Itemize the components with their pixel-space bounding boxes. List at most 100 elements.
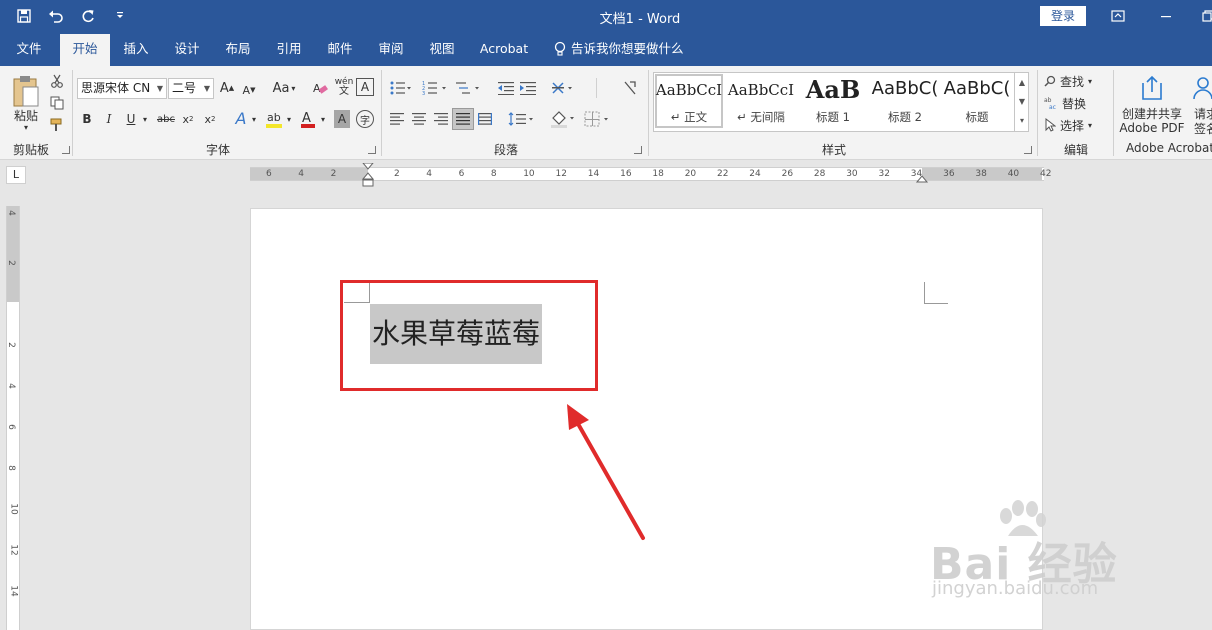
tab-home[interactable]: 开始: [60, 34, 110, 66]
shrink-font-button[interactable]: A ▼: [240, 80, 258, 100]
ruler-number: 36: [943, 169, 955, 179]
font-color-dropdown-icon[interactable]: ▾: [319, 110, 327, 128]
align-right-icon: [434, 113, 448, 125]
select-button[interactable]: 选择 ▾: [1044, 116, 1106, 134]
tab-design[interactable]: 设计: [166, 32, 208, 66]
enclose-characters-button[interactable]: 字: [356, 110, 374, 128]
vertical-ruler[interactable]: 4 2 2 4 6 8 10 12 14: [6, 206, 20, 630]
cut-button[interactable]: [48, 72, 66, 90]
replace-button[interactable]: ab ac 替换: [1044, 94, 1106, 112]
create-share-pdf-button[interactable]: [1138, 74, 1166, 102]
more-styles-icon[interactable]: ▾: [1015, 111, 1029, 130]
style-no-spacing[interactable]: AaBbCcI ↵ 无间隔: [726, 73, 796, 129]
align-left-button[interactable]: [388, 110, 406, 128]
tell-me-label: 告诉我你想要做什么: [571, 41, 684, 56]
distributed-button[interactable]: [476, 110, 494, 128]
font-dialog-launcher[interactable]: [368, 146, 376, 154]
minimize-button[interactable]: [1156, 6, 1176, 26]
asian-layout-button[interactable]: [549, 78, 577, 98]
numbered-list-icon: 123: [422, 81, 446, 95]
person-icon: [1193, 77, 1212, 100]
phonetic-guide-button[interactable]: wén 文: [333, 76, 355, 98]
style-heading-1[interactable]: AaB 标题 1: [798, 73, 868, 129]
paste-button[interactable]: [8, 72, 44, 110]
ruler-number: 4: [298, 169, 305, 179]
style-normal[interactable]: AaBbCcI ↵ 正文: [654, 73, 724, 129]
highlight-dropdown-icon[interactable]: ▾: [285, 110, 293, 128]
align-right-button[interactable]: [432, 110, 450, 128]
copy-button[interactable]: [48, 94, 66, 112]
subscript-button[interactable]: x2: [180, 110, 196, 128]
bold-button[interactable]: B: [79, 110, 95, 128]
bullets-button[interactable]: [388, 78, 414, 98]
ruler-number: 4: [5, 383, 16, 389]
baidu-watermark: Bai 经验 jingyan.baidu.com: [930, 500, 1170, 610]
borders-button[interactable]: [582, 108, 612, 130]
decrease-indent-button[interactable]: [496, 78, 516, 98]
multilevel-list-button[interactable]: [454, 78, 484, 98]
clipboard-dialog-launcher[interactable]: [62, 146, 70, 154]
clear-formatting-button[interactable]: A: [310, 78, 330, 98]
increase-indent-button[interactable]: [518, 78, 538, 98]
find-button[interactable]: 查找 ▾: [1044, 72, 1106, 90]
tell-me-search[interactable]: 告诉我你想要做什么: [553, 32, 684, 66]
ruler-number: 12: [555, 169, 567, 179]
ruler-number: 38: [975, 169, 987, 179]
text-effects-button[interactable]: A: [232, 108, 250, 128]
highlight-button[interactable]: ab: [264, 108, 284, 130]
tab-insert[interactable]: 插入: [115, 32, 157, 66]
superscript-button[interactable]: x2: [202, 110, 218, 128]
request-signature-button[interactable]: [1192, 74, 1212, 102]
align-center-button[interactable]: [410, 110, 428, 128]
character-shading-button[interactable]: A: [334, 110, 350, 128]
separator: [648, 70, 649, 156]
styles-dialog-launcher[interactable]: [1024, 146, 1032, 154]
style-heading-2[interactable]: AaBbC( 标题 2: [870, 73, 940, 129]
underline-button[interactable]: U: [123, 110, 139, 128]
horizontal-ruler[interactable]: 6 4 2 2 4 6 8 10 12 14 16 18 20 22 24 26 28 30 32 34 36 38 40 4…: [250, 163, 1051, 187]
strikethrough-button[interactable]: abc: [155, 110, 177, 128]
tab-stop-selector[interactable]: L: [6, 166, 26, 184]
italic-button[interactable]: I: [101, 110, 117, 128]
watermark-url: jingyan.baidu.com: [932, 578, 1099, 599]
justify-button[interactable]: [452, 108, 474, 130]
paragraph-dialog-launcher[interactable]: [634, 146, 642, 154]
tab-mailings[interactable]: 邮件: [319, 32, 361, 66]
ruler-number: 18: [652, 169, 664, 179]
font-color-button[interactable]: A: [298, 108, 318, 130]
tab-file[interactable]: 文件: [8, 32, 50, 66]
style-title[interactable]: AaBbC( 标题: [942, 73, 1012, 129]
restore-icon: [1202, 10, 1212, 22]
character-border-button[interactable]: A: [356, 78, 374, 96]
scissors-icon: [51, 74, 63, 88]
change-case-button[interactable]: Aa ▾: [268, 78, 300, 98]
indent-marker-icon[interactable]: [362, 163, 374, 189]
scroll-down-icon[interactable]: ▼: [1015, 92, 1029, 111]
restore-button[interactable]: [1198, 6, 1212, 26]
request-label-1: 请求: [1194, 106, 1212, 121]
line-spacing-button[interactable]: [506, 110, 536, 128]
login-button[interactable]: 登录: [1040, 6, 1086, 26]
paste-dropdown-icon[interactable]: ▾: [16, 122, 36, 132]
tab-view[interactable]: 视图: [421, 32, 463, 66]
ruler-number: 24: [749, 169, 761, 179]
svg-text:A: A: [313, 82, 321, 95]
tab-review[interactable]: 审阅: [370, 32, 412, 66]
text-effects-dropdown-icon[interactable]: ▾: [250, 110, 258, 128]
format-painter-button[interactable]: [48, 116, 66, 134]
font-name-combo[interactable]: 思源宋体 CN ▼: [77, 78, 167, 99]
font-size-combo[interactable]: 二号 ▼: [168, 78, 214, 99]
tab-acrobat[interactable]: Acrobat: [474, 32, 534, 66]
tab-layout[interactable]: 布局: [217, 32, 259, 66]
grow-font-button[interactable]: A ▲: [218, 78, 236, 98]
shading-button[interactable]: [548, 108, 578, 130]
bullet-list-icon: [390, 81, 411, 95]
sort-button[interactable]: [620, 78, 640, 98]
right-indent-marker-icon[interactable]: [916, 172, 928, 184]
styles-gallery: AaBbCcI ↵ 正文 AaBbCcI ↵ 无间隔 AaB 标题 1 AaBb…: [653, 72, 1029, 132]
tab-references[interactable]: 引用: [268, 32, 310, 66]
scroll-up-icon[interactable]: ▲: [1015, 73, 1029, 92]
numbering-button[interactable]: 123: [420, 78, 450, 98]
ribbon-display-options-button[interactable]: [1108, 6, 1128, 26]
underline-dropdown-icon[interactable]: ▾: [141, 110, 149, 128]
